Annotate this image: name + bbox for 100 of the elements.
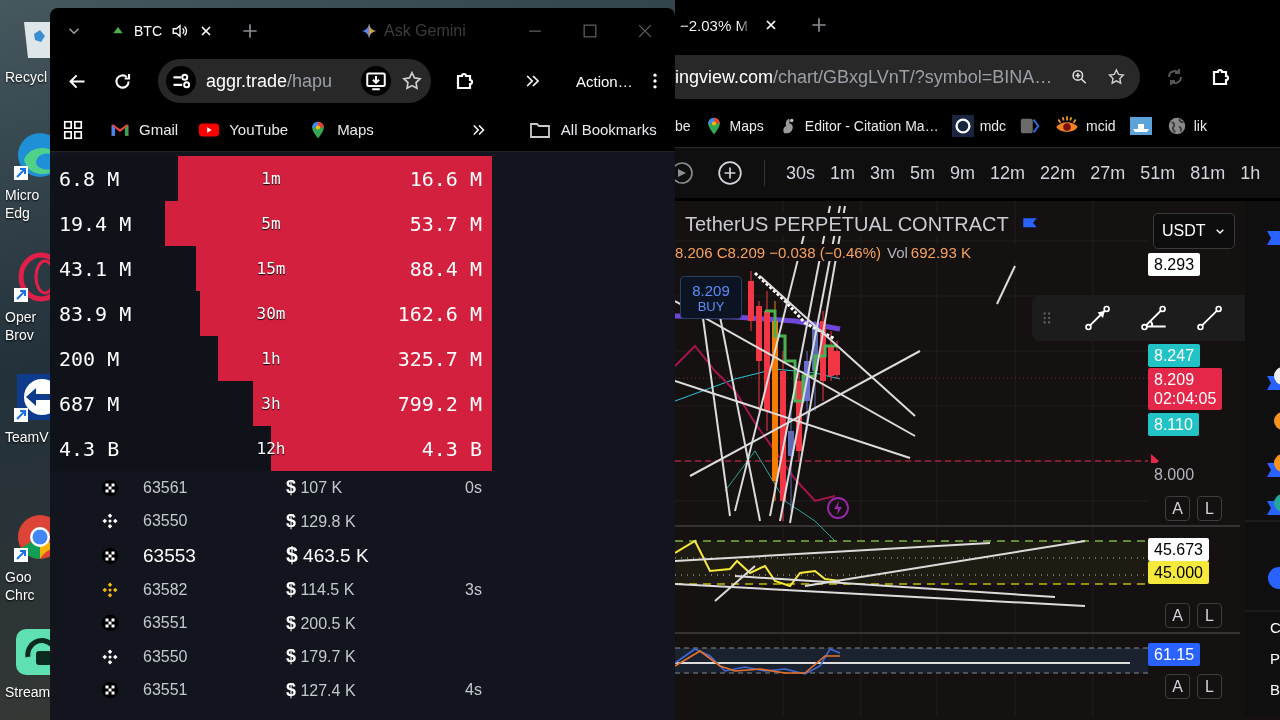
period-label: 30m <box>256 304 286 323</box>
trend-line <box>996 265 1016 305</box>
cross-icon <box>101 614 119 633</box>
liquidation-value: 162.6 M <box>396 301 483 326</box>
extension-button[interactable]: Action… <box>576 72 633 90</box>
app-icon[interactable] <box>14 627 50 677</box>
timeframe-button[interactable]: 12m <box>990 162 1026 184</box>
price-value: 8.209 <box>1154 370 1196 389</box>
tab-title: BTC <box>134 23 162 39</box>
bookmark[interactable]: mcid <box>1054 112 1116 139</box>
desktop-icon-label: Goo Chrc <box>4 568 35 604</box>
liquidation-value: 687 M <box>58 391 121 416</box>
ring-icon <box>951 114 974 137</box>
scale-button[interactable]: A <box>1165 674 1190 699</box>
new-tab-icon[interactable] <box>240 21 260 41</box>
timeframe-button[interactable]: 22m <box>1040 162 1076 184</box>
bookmark[interactable]: lik <box>1165 114 1207 137</box>
trade-amount: $ 127.4 K <box>286 679 357 701</box>
timeframe-button[interactable]: 51m <box>1140 162 1176 184</box>
apps-icon[interactable] <box>62 118 84 141</box>
bookmark[interactable]: Maps <box>703 115 764 136</box>
timeframe-button[interactable]: 27m <box>1090 162 1126 184</box>
timeframe-button[interactable]: 9m <box>950 162 976 184</box>
trade-amount: $ 200.5 K <box>286 612 357 634</box>
trade-price: 63553 <box>143 544 197 567</box>
liquidation-value: 16.6 M <box>408 166 483 191</box>
trade-amount: $ 114.5 K <box>286 579 356 601</box>
star-icon[interactable] <box>401 70 423 92</box>
period-label: 15m <box>256 259 286 278</box>
scale-button[interactable]: A <box>1165 496 1190 521</box>
trade-price: 63550 <box>143 512 189 531</box>
browser-tab[interactable]: BTC <box>111 14 214 48</box>
price-label: 8.247 <box>1148 344 1201 367</box>
liquidation-value: 325.7 M <box>396 346 483 371</box>
timeframe-button[interactable]: 1h <box>1240 162 1261 184</box>
desktop-icon-label: Recycl <box>4 68 47 86</box>
scale-button[interactable]: L <box>1197 603 1222 628</box>
desktop-icon-label: TeamV <box>4 428 49 446</box>
watchlist-label[interactable]: C <box>1270 619 1280 636</box>
period-label: 1h <box>261 349 281 368</box>
trade-amount: $ 463.5 K <box>286 543 370 568</box>
desktop-icon-label: Stream <box>4 683 51 701</box>
timeframe-button[interactable]: 30s <box>786 162 816 184</box>
ring-icon[interactable] <box>14 252 50 302</box>
trade-price: 63550 <box>143 647 189 666</box>
period-label: 12h <box>256 439 286 458</box>
price-label: 8.293 <box>1148 253 1201 276</box>
scale-button[interactable]: L <box>1197 674 1222 699</box>
trade-price: 63551 <box>143 681 189 700</box>
timeframe-button[interactable]: 5m <box>910 162 936 184</box>
trade-amount: $ 179.7 K <box>286 646 357 668</box>
volume-label: Vol <box>887 244 908 261</box>
scale-button[interactable]: A <box>1165 603 1190 628</box>
bookmark[interactable]: mdc <box>951 114 1007 137</box>
lightning-icon[interactable] <box>827 497 849 519</box>
watchlist-label[interactable]: P <box>1270 650 1280 667</box>
trade-age: 0s <box>465 478 482 497</box>
order-tag[interactable]: 8.209 BUY <box>680 276 742 319</box>
trade-age: 3s <box>465 580 482 599</box>
liquidation-value: 88.4 M <box>408 256 483 281</box>
symbol-title: TetherUS PERPETUAL CONTRACT <box>685 213 1009 236</box>
trade-age: 4s <box>465 681 482 700</box>
install-icon[interactable] <box>361 66 391 96</box>
order-side: BUY <box>697 298 725 314</box>
countdown: 02:04:05 <box>1154 389 1217 408</box>
timeframe-button[interactable]: 1m <box>830 162 856 184</box>
sparkle-icon <box>360 22 378 40</box>
liquidation-value: 4.3 B <box>58 436 121 461</box>
period-label: 5m <box>261 214 281 233</box>
trade-price: 63582 <box>143 580 189 599</box>
currency-dropdown[interactable]: USDT <box>1153 213 1235 249</box>
bookmark[interactable]: be <box>675 117 691 134</box>
add-icon[interactable] <box>717 160 743 186</box>
liquidation-value: 4.3 B <box>420 436 483 461</box>
bookmark[interactable]: Editor - Citation Ma… <box>776 114 939 137</box>
ohlc-values: 8.206 C8.209 −0.038 (−0.46%) <box>675 244 881 261</box>
liquidation-value: 6.8 M <box>58 166 121 191</box>
liquidation-value: 799.2 M <box>396 391 483 416</box>
candlestick <box>748 270 754 332</box>
timeframe-button[interactable]: 81m <box>1190 162 1226 184</box>
bookmark[interactable]: Gmail <box>110 119 179 140</box>
timeframe-button[interactable]: 3m <box>870 162 896 184</box>
bookmark[interactable]: YouTube <box>198 118 289 141</box>
diamond-icon <box>101 647 119 666</box>
speaker-icon[interactable] <box>171 22 189 40</box>
diamond-icon <box>101 512 119 531</box>
site-info-icon[interactable] <box>166 66 196 96</box>
liquidation-value: 53.7 M <box>408 211 483 236</box>
liquidation-value: 83.9 M <box>58 301 133 326</box>
trade-price: 63561 <box>143 478 189 497</box>
watchlist-label[interactable]: B <box>1270 681 1280 698</box>
bookmark-folder[interactable]: All Bookmarks <box>527 117 657 142</box>
trade-price: 63551 <box>143 614 189 633</box>
scale-button[interactable]: L <box>1197 496 1222 521</box>
liquidation-value: 43.1 M <box>58 256 133 281</box>
volume-value: 692.93 K <box>910 244 971 261</box>
price-label: 61.15 <box>1148 643 1201 666</box>
period-label: 1m <box>261 169 281 188</box>
price-label: 45.000 <box>1148 561 1209 584</box>
bookmark[interactable]: Maps <box>308 119 374 140</box>
